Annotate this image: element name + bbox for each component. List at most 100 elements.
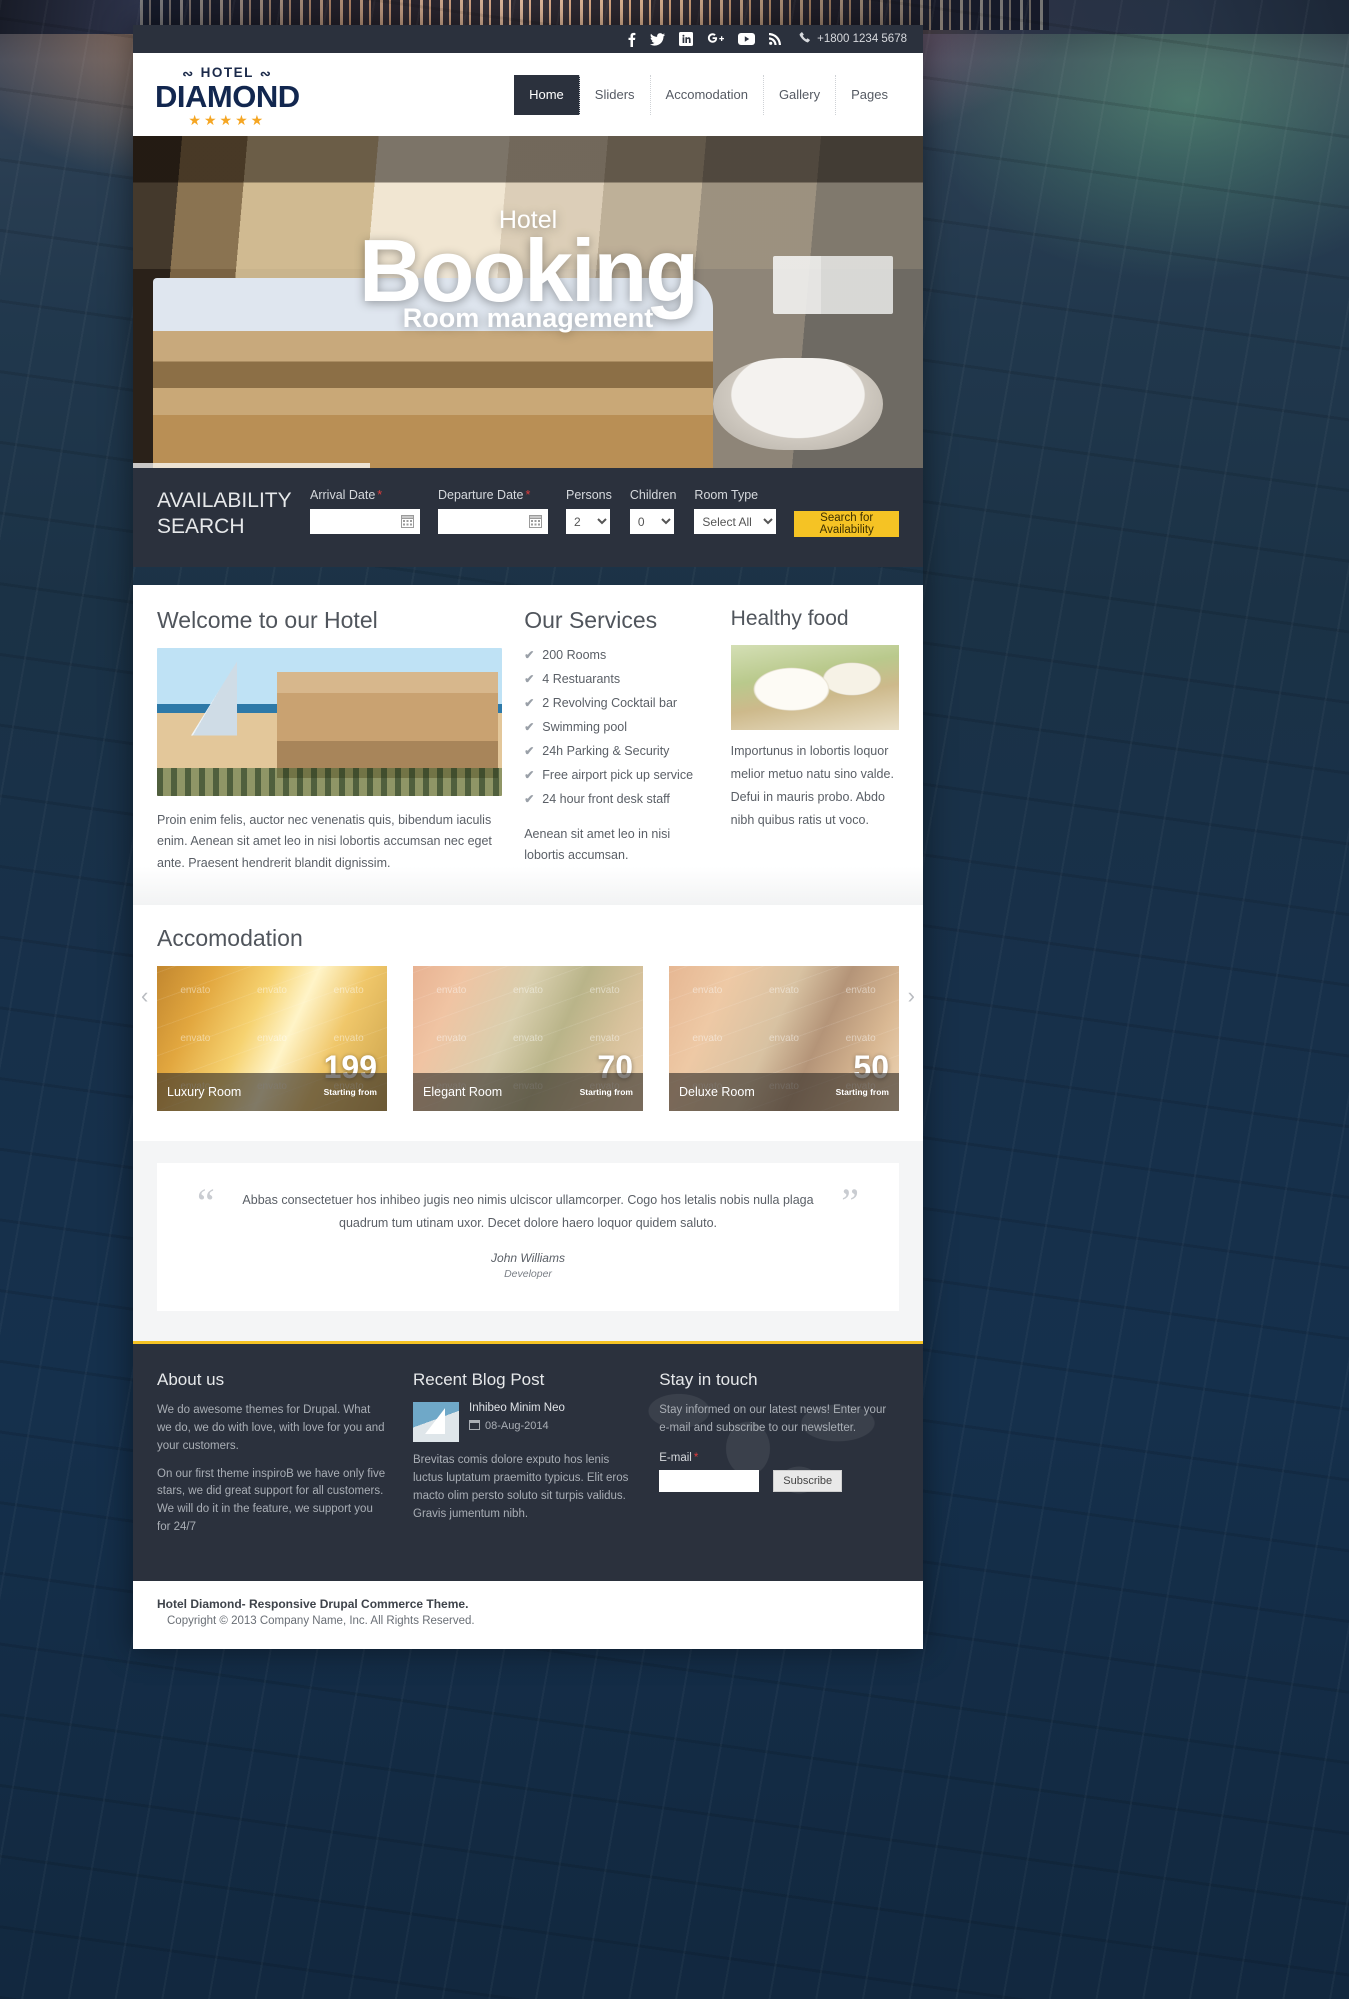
nav-item-sliders[interactable]: Sliders: [580, 74, 651, 115]
hero-caption: Hotel Booking Room management: [133, 208, 923, 332]
footer-blog-title: Recent Blog Post: [413, 1370, 545, 1390]
room-card[interactable]: envatoenvatoenvato envatoenvatoenvato en…: [669, 966, 899, 1112]
service-item: ✔ 2 Revolving Cocktail bar: [524, 696, 708, 710]
phone-text: +1800 1234 5678: [817, 33, 907, 45]
blog-post-item[interactable]: Inhibeo Minim Neo 08-Aug-2014: [413, 1402, 633, 1443]
flourish-right-icon: ∾: [259, 65, 273, 81]
accomodation-section: Accomodation ‹ › envato envato envato enva…: [133, 905, 923, 1142]
blog-thumbnail: [413, 1402, 459, 1443]
persons-select[interactable]: 2: [566, 509, 610, 534]
room-starting-from: Starting from: [579, 1087, 633, 1098]
footer-blog-column: Recent Blog Post Inhibeo Minim Neo 08-Au…: [413, 1370, 633, 1547]
service-item: ✔ 4 Restuarants: [524, 672, 708, 686]
hero-caption-big: Booking: [359, 221, 699, 320]
required-mark: *: [377, 488, 383, 502]
hero-bathtub: [713, 358, 883, 450]
room-cards: envatoenvatoenvato envatoenvatoenvato en…: [157, 966, 899, 1112]
departure-date-field: Departure Date *: [438, 488, 548, 534]
departure-date-input[interactable]: [438, 509, 548, 534]
footer-about-title: About us: [157, 1370, 225, 1390]
room-card[interactable]: envatoenvatoenvato envatoenvatoenvato en…: [413, 966, 643, 1112]
footer-about-p1: We do awesome themes for Drupal. What we…: [157, 1404, 385, 1452]
services-column: Our Services ✔ 200 Rooms ✔ 4 Restuarants ✔…: [524, 607, 708, 876]
hero-slider[interactable]: Hotel Booking Room management: [133, 136, 923, 468]
check-icon: ✔: [524, 767, 535, 782]
testimonial-author: John Williams: [491, 1251, 565, 1266]
footer-newsletter-column: Stay in touch Stay informed on our lates…: [659, 1370, 899, 1547]
welcome-title: Welcome to our Hotel: [157, 606, 378, 633]
logo-hotel-text: HOTEL: [200, 65, 254, 81]
service-item: ✔ 24 hour front desk staff: [524, 792, 708, 806]
newsletter-form: Subscribe: [659, 1469, 899, 1492]
hero-caption-sub: Room management: [402, 303, 654, 333]
logo-stars: ★★★★★: [188, 111, 267, 128]
search-availability-button[interactable]: Search for Availability: [794, 511, 899, 537]
persons-field: Persons 2: [566, 488, 612, 534]
nav-item-gallery[interactable]: Gallery: [764, 74, 837, 115]
subscribe-button[interactable]: Subscribe: [773, 1469, 843, 1492]
close-quote-icon: ”: [841, 1180, 859, 1226]
linkedin-icon[interactable]: [679, 32, 694, 46]
carousel-next-icon[interactable]: ›: [908, 983, 915, 1009]
copyright-brand: Hotel Diamond- Responsive Drupal Commerc…: [157, 1596, 469, 1611]
service-label: Swimming pool: [542, 719, 628, 734]
site-logo[interactable]: ∾ HOTEL ∾ DIAMOND ★★★★★: [155, 62, 300, 127]
nav-item-accomodation[interactable]: Accomodation: [651, 74, 764, 115]
room-type-select[interactable]: Select All: [694, 509, 777, 534]
required-mark: *: [525, 488, 531, 502]
nav-item-pages[interactable]: Pages: [836, 75, 903, 115]
main-navigation: Home Sliders Accomodation Gallery Pages: [514, 74, 903, 115]
persons-label: Persons: [566, 488, 612, 502]
googleplus-icon[interactable]: [707, 32, 725, 46]
room-starting-from: Starting from: [323, 1087, 377, 1098]
nav-item-home[interactable]: Home: [514, 74, 580, 115]
children-field: Children 0: [629, 488, 676, 534]
service-item: ✔ 200 Rooms: [524, 648, 708, 662]
logo-top-line: ∾ HOTEL ∾: [155, 66, 300, 80]
check-icon: ✔: [524, 791, 535, 806]
room-name: Luxury Room: [167, 1085, 242, 1100]
room-name: Deluxe Room: [679, 1085, 755, 1100]
welcome-column: Welcome to our Hotel Proin enim felis, a…: [157, 606, 503, 876]
service-item: ✔ 24h Parking & Security: [524, 744, 708, 758]
room-starting-from: Starting from: [835, 1087, 889, 1098]
facebook-icon[interactable]: [627, 32, 636, 47]
phone-number[interactable]: +1800 1234 5678: [799, 32, 907, 46]
twitter-icon[interactable]: [650, 32, 666, 46]
rss-icon[interactable]: [769, 33, 782, 45]
service-label: 24h Parking & Security: [542, 743, 670, 758]
required-mark: *: [693, 1451, 699, 1464]
room-name: Elegant Room: [423, 1085, 503, 1100]
room-type-label: Room Type: [694, 488, 759, 502]
testimonial-card: “ Abbas consectetuer hos inhibeo jugis n…: [157, 1163, 899, 1312]
social-links: [627, 32, 782, 47]
room-caption: Elegant Room Starting from: [413, 1073, 643, 1112]
children-select[interactable]: 0: [629, 509, 674, 534]
service-label: 200 Rooms: [542, 647, 607, 662]
arrival-date-field: Arrival Date *: [310, 488, 420, 534]
open-quote-icon: “: [197, 1180, 215, 1226]
email-input[interactable]: [659, 1469, 760, 1492]
top-bar: +1800 1234 5678: [133, 25, 923, 53]
check-icon: ✔: [524, 647, 535, 662]
arrival-date-label: Arrival Date *: [310, 488, 383, 502]
room-card[interactable]: envatoenvatoenvato envatoenvatoenvato en…: [157, 966, 387, 1112]
check-icon: ✔: [524, 719, 535, 734]
copyright-bar: Hotel Diamond- Responsive Drupal Commerc…: [133, 1580, 923, 1649]
check-icon: ✔: [524, 671, 535, 686]
sailboat-shape: [425, 1408, 445, 1435]
website-page: +1800 1234 5678 ∾ HOTEL ∾ DIAMOND ★★★★★ …: [133, 25, 923, 1649]
check-icon: ✔: [524, 743, 535, 758]
services-note: Aenean sit amet leo in nisi lobortis acc…: [524, 826, 671, 863]
footer-touch-title: Stay in touch: [659, 1370, 758, 1390]
calendar-icon: [469, 1419, 480, 1433]
room-caption: Luxury Room Starting from: [157, 1073, 387, 1112]
testimonial-section: “ Abbas consectetuer hos inhibeo jugis n…: [133, 1141, 923, 1342]
blog-post-title[interactable]: Inhibeo Minim Neo: [469, 1402, 565, 1414]
services-title: Our Services: [524, 606, 658, 633]
service-label: 4 Restuarants: [542, 671, 621, 686]
youtube-icon[interactable]: [738, 33, 756, 45]
arrival-date-input[interactable]: [310, 509, 420, 534]
carousel-prev-icon[interactable]: ‹: [141, 983, 148, 1009]
